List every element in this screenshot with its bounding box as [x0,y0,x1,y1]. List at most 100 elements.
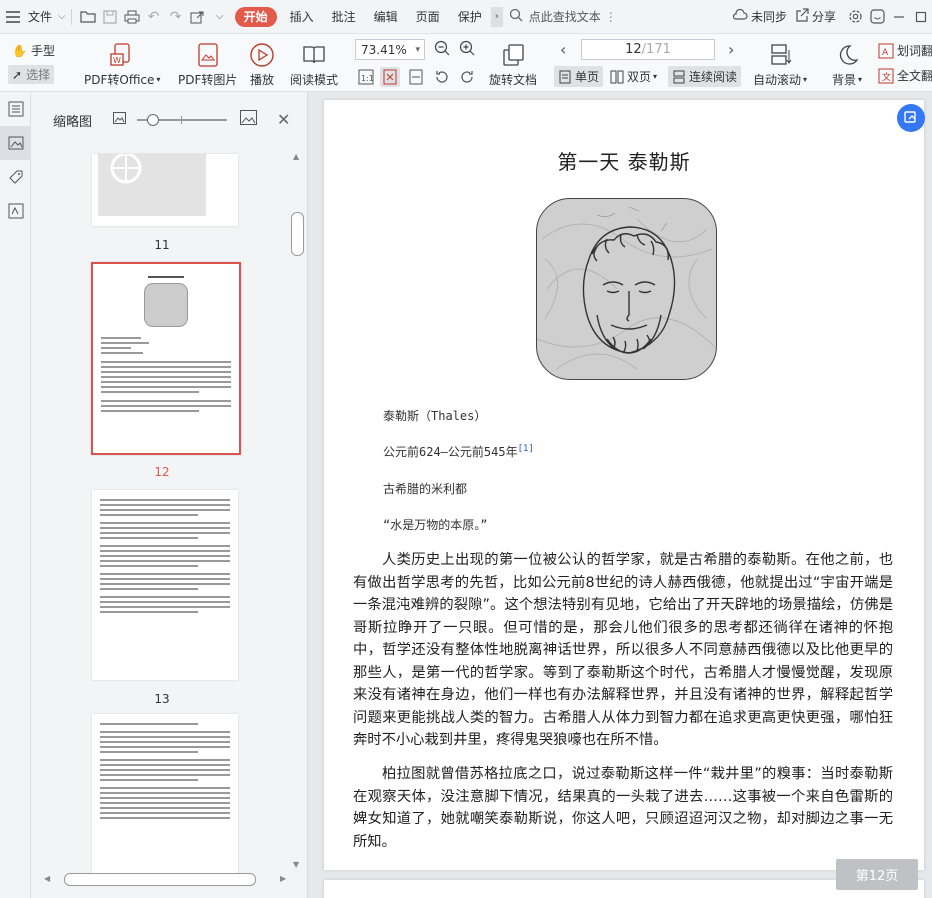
auto-scroll-icon [767,38,793,68]
thumbnail-text-line [101,400,231,402]
scrollbar-thumb[interactable] [64,873,256,886]
open-folder-icon[interactable] [77,0,99,34]
thumbnail-page-14[interactable] [92,714,238,874]
rotate-left-button[interactable] [434,69,450,85]
export-icon[interactable] [187,0,209,34]
redo-icon[interactable]: ↷ [165,0,187,34]
read-mode-button[interactable]: 阅读模式 [290,38,338,88]
fit-width-button[interactable] [408,69,424,85]
minimize-window-icon[interactable] [888,0,910,34]
thumbnail-text-line [100,746,230,748]
thumbnail-size-slider[interactable] [137,114,227,126]
tab-edit[interactable]: 编辑 [365,0,407,34]
pdf-to-image-button[interactable]: PDF转图片 [178,38,237,88]
thumbnail-page-13[interactable] [92,490,238,680]
document-view[interactable]: 第一天 泰勒斯 泰勒斯（Thales） 公元前624—公元前545年[1] 古希… [308,92,932,898]
small-image-icon[interactable] [113,112,126,128]
zoom-level-select[interactable]: 73.41% ▾ [355,39,425,60]
tab-start[interactable]: 开始 [234,6,277,27]
actual-size-icon: 1:1 [358,69,374,85]
person-quote: “水是万物的本原。” [383,518,488,532]
tab-annotate[interactable]: 批注 [323,0,365,34]
scroll-left-arrow-icon[interactable]: ◀ [44,874,50,883]
thumbnail-page-12[interactable] [91,262,241,455]
floating-convert-button[interactable] [897,104,925,132]
scroll-down-arrow-icon[interactable]: ▼ [293,860,299,869]
ribbon-toolbar: ✋ 手型 ➚ 选择 W PDF转Office ▾ PDF转图片 播放 阅读模式 … [0,34,932,92]
play-button[interactable]: 播放 [249,38,275,88]
fit-page-icon [383,69,397,85]
word-translate-button[interactable]: A 划词翻 [878,42,932,59]
annotation-list-icon[interactable] [0,194,31,228]
close-icon[interactable]: ✕ [277,110,290,129]
menu-bar: 文件 ⌵ ↶ ↷ ⌵ 开始 插入 批注 编辑 页面 保护 › 点此查找文本 ⋮ … [0,0,932,34]
play-label: 播放 [249,73,274,87]
outline-icon[interactable] [0,92,31,126]
select-tool-button[interactable]: ➚ 选择 [8,65,55,84]
thumbnail-text-line [100,573,230,575]
scrollbar-thumb[interactable] [291,212,304,256]
share-button[interactable]: 分享 [795,0,836,34]
search-command[interactable]: 点此查找文本 ⋮ [509,8,617,25]
settings-gear-icon[interactable] [844,0,866,34]
thumbnail-text-line [100,504,230,506]
thumbnail-text-line [100,792,230,794]
scroll-right-arrow-icon[interactable]: ▶ [280,874,286,883]
tab-insert[interactable]: 插入 [281,0,323,34]
save-icon[interactable] [99,0,121,34]
page-number-input[interactable]: 12 /171 [581,39,715,60]
rotate-right-button[interactable] [459,69,475,85]
hand-tool-button[interactable]: ✋ 手型 [12,42,55,59]
thales-portrait-image [536,198,717,380]
sync-status[interactable]: 未同步 [732,0,787,34]
footnote-link[interactable]: [1] [518,444,534,454]
slider-knob[interactable] [147,114,159,126]
thumbnail-text-line [101,337,141,339]
wheel-illustration-icon [110,154,142,184]
thumbnail-text-line [101,381,231,383]
smiley-icon[interactable] [866,0,888,34]
thumbnail-vertical-scrollbar[interactable]: ▲ ▼ [291,152,305,872]
bookmark-tag-icon[interactable] [0,160,31,194]
select-tool-label: 选择 [26,68,51,82]
tab-page[interactable]: 页面 [407,0,449,34]
thumbnail-text-line [100,759,230,761]
thumbnail-page-11[interactable] [92,154,238,226]
chevron-down-icon: ▾ [653,72,658,81]
more-dropdown-icon[interactable]: ⌵ [209,0,231,34]
print-icon[interactable] [121,0,143,34]
thumbnail-text-line [100,555,230,557]
file-menu[interactable]: 文件 ⌵ [0,0,66,34]
tabs-scroll-right-icon[interactable]: › [490,6,503,27]
continuous-read-button[interactable]: 连续阅读 [668,66,742,87]
more-vertical-icon: ⋮ [604,9,617,24]
undo-icon[interactable]: ↶ [143,0,165,34]
fit-page-button[interactable] [380,67,400,87]
zoom-out-button[interactable] [434,40,450,56]
scroll-up-arrow-icon[interactable]: ▲ [293,152,299,161]
large-image-icon[interactable] [240,110,257,129]
thumbnail-icon[interactable] [0,126,31,160]
tab-protect[interactable]: 保护 [449,0,491,34]
continuous-read-icon [673,70,685,83]
single-page-button[interactable]: 单页 [554,66,604,87]
person-years: 公元前624—公元前545年[1] [383,443,534,460]
prev-page-button[interactable]: ‹ [560,40,566,59]
thumbnail-text-line [101,371,231,373]
fulltext-translate-button[interactable]: 文 全文翻 [878,67,932,84]
search-icon [509,8,523,25]
thumbnail-text-line [100,509,230,511]
thumbnail-horizontal-scrollbar[interactable]: ◀ ▶ [44,872,292,888]
next-page-button[interactable]: › [728,40,734,59]
maximize-window-icon[interactable] [910,0,932,34]
auto-scroll-button[interactable]: 自动滚动 ▾ [753,38,807,88]
actual-size-button[interactable]: 1:1 [358,69,374,85]
rotate-document-button[interactable]: 旋转文档 [489,38,537,88]
zoom-in-button[interactable] [459,40,475,56]
thumbnail-text-line [100,774,230,776]
pdf-to-office-button[interactable]: W PDF转Office ▾ [84,38,160,88]
double-page-button[interactable]: 双页 ▾ [610,68,657,85]
background-button[interactable]: 背景 ▾ [832,38,862,88]
hand-tool-label: 手型 [30,44,55,58]
thumbnail-page-number: 11 [154,238,170,252]
